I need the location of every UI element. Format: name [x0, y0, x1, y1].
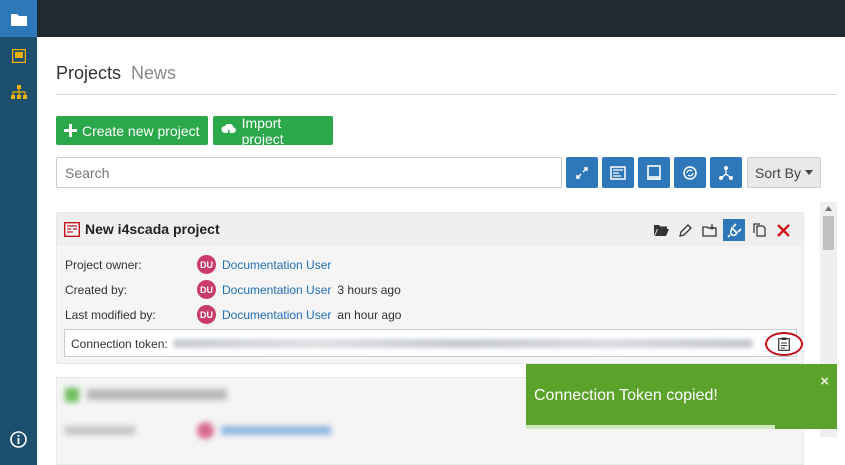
created-label: Created by: [65, 283, 128, 297]
scroll-up-icon[interactable] [825, 206, 832, 211]
edit-icon[interactable] [675, 220, 695, 240]
filter-device-icon[interactable] [638, 157, 670, 188]
export-icon[interactable] [699, 220, 719, 240]
create-project-label: Create new project [82, 122, 200, 139]
scroll-thumb[interactable] [823, 216, 834, 250]
caret-down-icon [804, 170, 813, 175]
toast-progress-bar [526, 425, 775, 429]
avatar: DU [197, 280, 216, 299]
tabs-divider [56, 94, 837, 95]
tab-bar: Projects News [56, 63, 176, 84]
info-icon[interactable] [0, 421, 37, 458]
sidebar [0, 0, 37, 465]
plug-icon[interactable] [723, 219, 745, 241]
import-project-label: Import project [241, 114, 284, 147]
delete-icon[interactable] [773, 220, 793, 240]
clipboard-icon [778, 337, 790, 351]
modified-by-link[interactable]: Documentation User [222, 308, 331, 322]
copy-icon[interactable] [749, 220, 769, 240]
project-card[interactable]: New i4scada project Project owner: DU Do… [56, 212, 804, 364]
open-folder-icon[interactable] [651, 220, 671, 240]
filter-refresh-icon[interactable] [674, 157, 706, 188]
copy-token-button[interactable] [765, 332, 803, 356]
hierarchy-icon[interactable] [0, 73, 37, 110]
projects-icon[interactable] [0, 0, 37, 37]
token-label: Connection token: [71, 337, 168, 351]
project-card-header: New i4scada project [57, 213, 803, 246]
avatar: DU [197, 305, 216, 324]
main-content: Projects News Create new project Import … [37, 37, 845, 465]
sort-by-dropdown[interactable]: Sort By [747, 157, 821, 188]
modified-user: DU Documentation User an hour ago [197, 305, 401, 324]
avatar: DU [197, 255, 216, 274]
tab-news[interactable]: News [131, 63, 176, 84]
filter-connected-icon[interactable] [566, 157, 598, 188]
project-actions [651, 219, 793, 241]
connection-token-field: Connection token: [64, 329, 803, 357]
sort-by-label: Sort By [755, 164, 801, 181]
toast-close-button[interactable]: × [820, 373, 829, 390]
plus-icon [64, 124, 77, 137]
filter-template-icon[interactable] [602, 157, 634, 188]
top-bar [37, 0, 845, 37]
toast-message: Connection Token copied! [534, 387, 718, 404]
toast-notification: Connection Token copied! × [526, 364, 837, 429]
cloud-download-icon [221, 124, 236, 137]
created-by-link[interactable]: Documentation User [222, 283, 331, 297]
filter-network-icon[interactable] [710, 157, 742, 188]
import-project-button[interactable]: Import project [213, 114, 333, 147]
created-user: DU Documentation User 3 hours ago [197, 280, 401, 299]
dashboard-icon[interactable] [0, 37, 37, 74]
tab-projects[interactable]: Projects [56, 63, 121, 84]
project-title[interactable]: New i4scada project [85, 221, 220, 237]
owner-link[interactable]: Documentation User [222, 258, 331, 272]
scada-project-icon [64, 222, 80, 237]
owner-label: Project owner: [65, 258, 142, 272]
created-time: 3 hours ago [337, 282, 401, 297]
create-project-button[interactable]: Create new project [56, 116, 208, 145]
token-value-redacted [173, 339, 753, 348]
modified-label: Last modified by: [65, 308, 156, 322]
owner-user: DU Documentation User [197, 255, 331, 274]
modified-time: an hour ago [337, 307, 402, 322]
search-input[interactable] [56, 157, 562, 188]
